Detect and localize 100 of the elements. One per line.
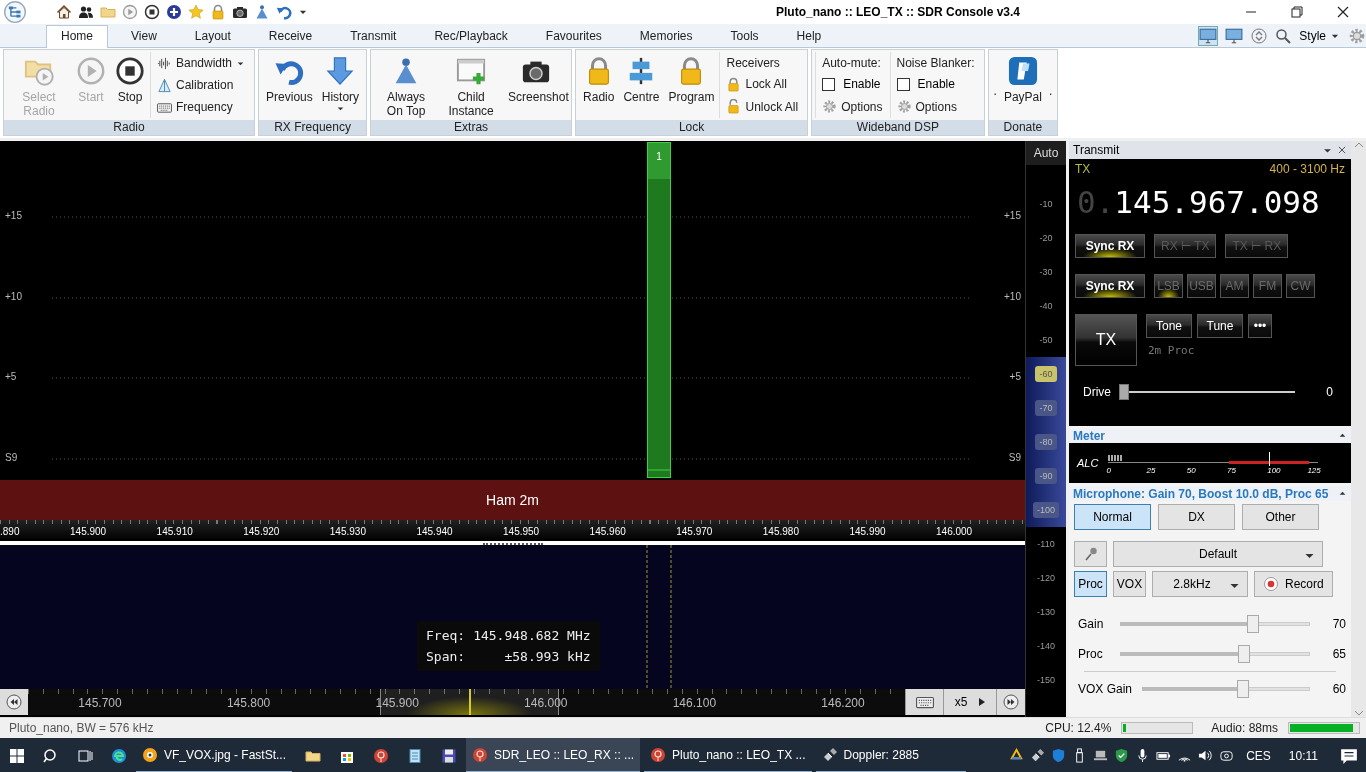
settings-icon[interactable] <box>1348 27 1366 45</box>
collapse-icon[interactable] <box>1338 489 1347 498</box>
style-menu[interactable]: Style <box>1299 29 1340 43</box>
ribbon-tab[interactable]: Tools <box>715 25 774 47</box>
preset-button[interactable]: Other <box>1242 504 1319 530</box>
device-dropdown[interactable]: Default <box>1113 541 1323 567</box>
add-icon[interactable] <box>166 4 182 20</box>
ribbon-button[interactable]: Child Instance <box>439 52 504 118</box>
enable-checkbox[interactable]: Enable <box>820 76 885 93</box>
undo-icon[interactable] <box>276 4 292 20</box>
camera-icon[interactable] <box>232 4 248 20</box>
app-icon[interactable] <box>373 747 390 764</box>
search-icon[interactable] <box>1275 28 1292 44</box>
expand-collapse-icon[interactable] <box>1251 28 1268 44</box>
notification-icon[interactable] <box>1340 746 1358 765</box>
preset-button[interactable]: DX <box>1158 504 1235 530</box>
defender-icon[interactable] <box>1114 748 1130 763</box>
tx-button[interactable]: TX <box>1075 314 1137 366</box>
ribbon-button[interactable]: Previous <box>262 52 317 118</box>
ribbon-button[interactable]: Centre <box>619 52 664 118</box>
cone-icon[interactable] <box>254 4 270 20</box>
ribbon-button[interactable]: Screenshot <box>504 52 569 118</box>
ribbon-button[interactable]: Options <box>820 98 885 116</box>
ribbon-tab[interactable]: View <box>116 25 172 47</box>
action-button[interactable]: Tune <box>1197 314 1243 338</box>
ribbon-tab[interactable]: Transmit <box>335 25 412 47</box>
scroll-left-button[interactable] <box>0 689 28 715</box>
floppy-icon[interactable] <box>441 747 458 764</box>
play-icon[interactable] <box>122 4 138 20</box>
slider-thumb[interactable] <box>1237 645 1250 663</box>
restore-icon[interactable] <box>1289 4 1305 20</box>
ribbon-tab[interactable]: Memories <box>624 25 708 47</box>
ribbon-tab[interactable]: Favourites <box>530 25 617 47</box>
clock[interactable]: 10:11 <box>1282 748 1324 763</box>
app-logo-icon[interactable] <box>4 1 26 23</box>
drive-slider[interactable] <box>1119 384 1295 400</box>
record-button[interactable]: Record <box>1254 571 1333 597</box>
speaker-icon[interactable] <box>1198 748 1214 763</box>
ribbon-button[interactable]: Lock All <box>724 76 801 93</box>
ribbon-button[interactable]: History <box>317 52 364 118</box>
ribbon-tab[interactable]: Rec/Playback <box>419 25 523 47</box>
slider[interactable] <box>1120 615 1310 633</box>
home-icon[interactable] <box>56 4 72 20</box>
ribbon-button[interactable]: Program <box>664 52 719 118</box>
taskbar-window[interactable]: VF_VOX.jpg - FastSt... <box>136 738 293 772</box>
sat-icon[interactable] <box>1030 748 1046 763</box>
people-icon[interactable] <box>78 4 94 20</box>
frequency-display[interactable]: 0.145.967.098 <box>1077 184 1345 220</box>
ribbon-tab[interactable]: Home <box>46 25 108 48</box>
more-button[interactable]: ••• <box>1248 314 1272 338</box>
stop-icon[interactable] <box>144 4 160 20</box>
ribbon-button[interactable]: Calibration <box>155 76 248 94</box>
scroll-right-button[interactable] <box>996 689 1025 715</box>
laptop-icon[interactable] <box>1093 748 1109 763</box>
ribbon-button[interactable]: Always On Top <box>374 52 439 118</box>
ribbon-tab[interactable]: Receive <box>253 25 328 47</box>
cam-icon[interactable] <box>1219 748 1235 763</box>
taskbar-window[interactable]: SDR_LEO :: LEO_RX :: ... <box>466 738 641 772</box>
preset-button[interactable]: Normal <box>1074 504 1151 530</box>
slider[interactable] <box>1142 680 1310 698</box>
microphone-button[interactable] <box>1074 541 1107 567</box>
bandwidth-dropdown[interactable]: 2.8kHz <box>1152 571 1248 597</box>
toggle-button[interactable]: Proc <box>1074 571 1107 597</box>
ribbon-button[interactable]: Frequency <box>155 98 248 116</box>
sync-button[interactable]: Sync RX <box>1075 234 1145 258</box>
close-icon[interactable] <box>1335 4 1351 20</box>
scroll-up-icon[interactable] <box>1354 141 1364 149</box>
sync-button[interactable]: Sync RX <box>1075 274 1145 298</box>
action-button[interactable]: Tone <box>1146 314 1192 338</box>
search-icon[interactable] <box>43 747 59 764</box>
browser-icon[interactable] <box>111 747 127 764</box>
ribbon-button[interactable]: Radio <box>579 52 619 118</box>
taskbar-window[interactable]: Pluto_nano :: LEO_TX ... <box>644 738 812 772</box>
slider-thumb[interactable] <box>1119 384 1129 400</box>
ribbon-button[interactable]: Unlock All <box>724 98 801 116</box>
language-indicator[interactable]: CES <box>1240 748 1277 763</box>
ribbon-button[interactable]: PayPal <box>999 52 1046 118</box>
keyboard-button[interactable] <box>905 689 943 715</box>
monitor-icon[interactable] <box>1199 27 1218 45</box>
star-icon[interactable] <box>188 4 204 20</box>
task-view-icon[interactable] <box>77 747 93 764</box>
enable-checkbox[interactable]: Enable <box>894 76 977 93</box>
scrollbar[interactable] <box>1351 141 1366 717</box>
ribbon-button[interactable]: Options <box>894 98 977 116</box>
slider[interactable] <box>1120 645 1310 663</box>
ribbon-button[interactable]: Stop <box>111 52 149 118</box>
zoom-button[interactable]: x5 <box>943 689 996 715</box>
taskbar-window[interactable]: Doppler: 2885 <box>815 738 966 772</box>
scroll-down-icon[interactable] <box>1354 709 1364 717</box>
slider-thumb[interactable] <box>1247 615 1259 633</box>
ribbon-tab[interactable]: Layout <box>179 25 246 47</box>
ribbon-tab[interactable]: Help <box>781 25 837 47</box>
start-icon[interactable] <box>9 747 25 764</box>
toggle-button[interactable]: VOX <box>1113 571 1146 597</box>
monitor-icon[interactable] <box>1225 27 1244 45</box>
padlock-icon[interactable] <box>210 4 226 20</box>
notepad-icon[interactable] <box>407 747 424 764</box>
shield-icon[interactable] <box>1051 748 1067 763</box>
auto-button[interactable]: Auto <box>1026 141 1066 165</box>
ribbon-button[interactable]: Bandwidth <box>155 54 248 72</box>
